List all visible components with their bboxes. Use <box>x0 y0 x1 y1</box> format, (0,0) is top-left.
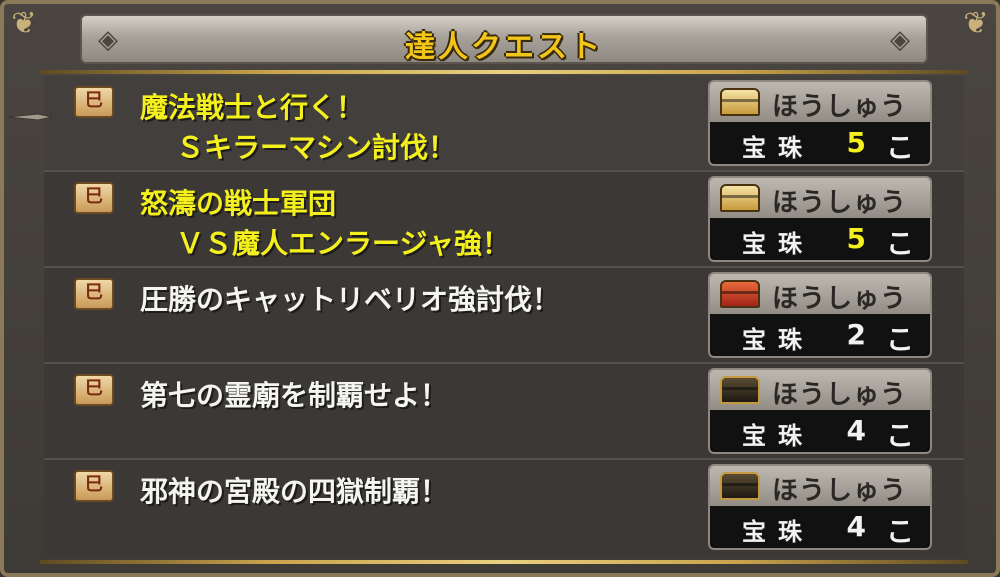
quest-title: 怒濤の戦士軍団 ＶＳ魔人エンラージャ強！ <box>140 184 700 264</box>
scroll-icon: 巳 <box>74 182 114 214</box>
quest-row[interactable]: 巳 魔法戦士と行く！ Ｓキラーマシン討伐！ ほうしゅう 宝珠 5 こ <box>44 76 964 172</box>
swirl-right-icon[interactable]: ◈ <box>884 24 916 56</box>
quest-title-line1: 怒濤の戦士軍団 <box>140 187 337 220</box>
quest-title: 邪神の宮殿の四獄制覇！ <box>140 472 700 512</box>
window-title: 達人クエスト <box>405 30 603 65</box>
corner-ornament-icon: ❦ <box>11 6 37 41</box>
reward-qty: 4 <box>846 414 866 447</box>
quest-title: 魔法戦士と行く！ Ｓキラーマシン討伐！ <box>140 88 700 168</box>
divider-bottom <box>40 560 968 564</box>
reward-unit: こ <box>886 419 915 452</box>
scroll-icon: 巳 <box>74 86 114 118</box>
reward-item: 宝珠 <box>742 518 814 546</box>
quest-window: ❦ ❦ ◈ 達人クエスト ◈ 巳 魔法戦士と行く！ Ｓキラーマシン討伐！ ほうし… <box>0 0 1000 577</box>
reward-label: ほうしゅう <box>772 476 908 506</box>
quest-title-line1: 第七の霊廟を制覇せよ！ <box>140 379 449 412</box>
treasure-chest-black-icon <box>720 376 760 404</box>
reward-qty: 4 <box>846 510 866 543</box>
reward-label: ほうしゅう <box>772 284 908 314</box>
reward-label: ほうしゅう <box>772 188 908 218</box>
title-bar: ◈ 達人クエスト ◈ <box>80 14 928 65</box>
reward-qty: 2 <box>846 318 866 351</box>
reward-item: 宝珠 <box>742 134 814 162</box>
reward-unit: こ <box>886 515 915 548</box>
reward-qty: 5 <box>846 126 866 159</box>
reward-header: ほうしゅう <box>710 466 930 506</box>
reward-box: ほうしゅう 宝珠 4 こ <box>708 368 932 454</box>
treasure-chest-gold-icon <box>720 184 760 212</box>
quest-row[interactable]: 巳 第七の霊廟を制覇せよ！ ほうしゅう 宝珠 4 こ <box>44 364 964 460</box>
treasure-chest-red-icon <box>720 280 760 308</box>
quest-title-line2: ＶＳ魔人エンラージャ強！ <box>176 227 511 260</box>
reward-label: ほうしゅう <box>772 92 908 122</box>
scroll-icon: 巳 <box>74 374 114 406</box>
reward-box: ほうしゅう 宝珠 2 こ <box>708 272 932 358</box>
quest-title-line1: 魔法戦士と行く！ <box>140 91 365 124</box>
quest-title-line2: Ｓキラーマシン討伐！ <box>176 131 457 164</box>
quest-row[interactable]: 巳 邪神の宮殿の四獄制覇！ ほうしゅう 宝珠 4 こ <box>44 460 964 556</box>
reward-label: ほうしゅう <box>772 380 908 410</box>
reward-unit: こ <box>886 323 915 356</box>
reward-box: ほうしゅう 宝珠 5 こ <box>708 176 932 262</box>
reward-item: 宝珠 <box>742 422 814 450</box>
reward-qty: 5 <box>846 222 866 255</box>
quest-row[interactable]: 巳 怒濤の戦士軍団 ＶＳ魔人エンラージャ強！ ほうしゅう 宝珠 5 こ <box>44 172 964 268</box>
quest-list: 巳 魔法戦士と行く！ Ｓキラーマシン討伐！ ほうしゅう 宝珠 5 こ 巳 怒濤の… <box>44 76 964 556</box>
quest-row[interactable]: 巳 圧勝のキャットリベリオ強討伐！ ほうしゅう 宝珠 2 こ <box>44 268 964 364</box>
reward-unit: こ <box>886 227 915 260</box>
quest-title: 第七の霊廟を制覇せよ！ <box>140 376 700 416</box>
reward-header: ほうしゅう <box>710 82 930 122</box>
scroll-icon: 巳 <box>74 470 114 502</box>
divider-top <box>40 70 968 74</box>
reward-header: ほうしゅう <box>710 274 930 314</box>
treasure-chest-gold-icon <box>720 88 760 116</box>
quest-title-line1: 圧勝のキャットリベリオ強討伐！ <box>140 283 561 316</box>
sword-cursor-icon <box>8 113 52 121</box>
reward-unit: こ <box>886 131 915 164</box>
scroll-icon: 巳 <box>74 278 114 310</box>
treasure-chest-black-icon <box>720 472 760 500</box>
reward-box: ほうしゅう 宝珠 4 こ <box>708 464 932 550</box>
reward-item: 宝珠 <box>742 326 814 354</box>
quest-title: 圧勝のキャットリベリオ強討伐！ <box>140 280 700 320</box>
reward-box: ほうしゅう 宝珠 5 こ <box>708 80 932 166</box>
quest-title-line1: 邪神の宮殿の四獄制覇！ <box>140 475 449 508</box>
reward-item: 宝珠 <box>742 230 814 258</box>
reward-header: ほうしゅう <box>710 178 930 218</box>
reward-header: ほうしゅう <box>710 370 930 410</box>
corner-ornament-icon: ❦ <box>963 6 989 41</box>
